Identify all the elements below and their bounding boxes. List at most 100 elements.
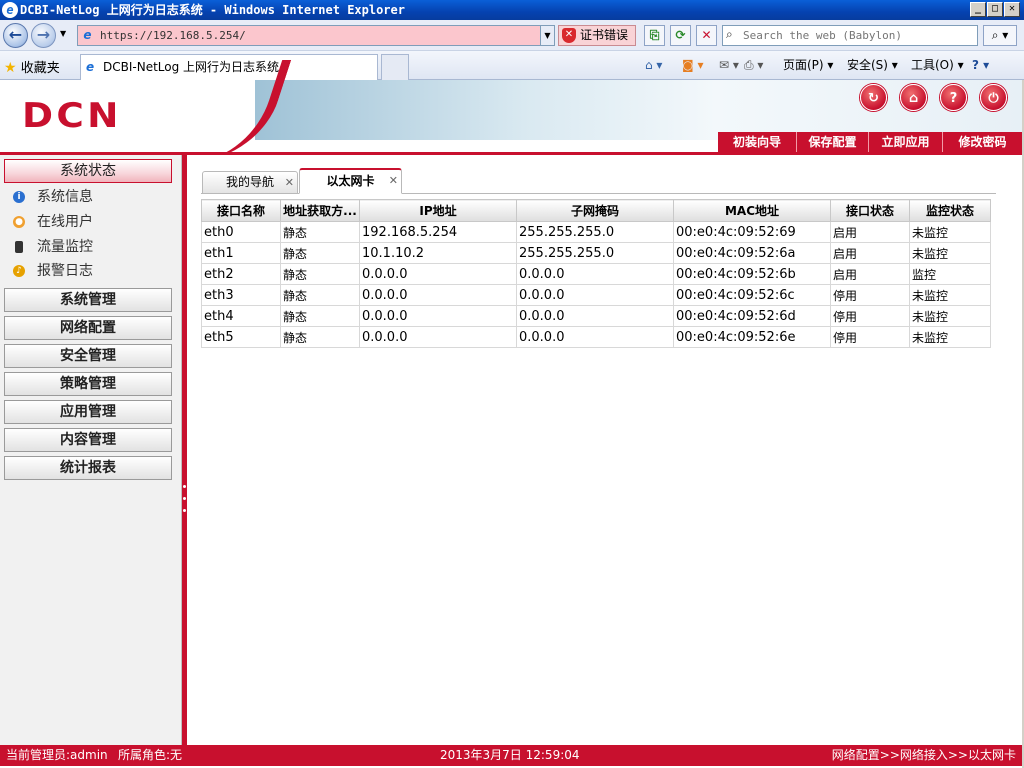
help-icon[interactable]: ? <box>940 84 967 111</box>
page-icon: e <box>83 28 92 42</box>
history-dropdown-icon[interactable]: ▼ <box>60 29 66 38</box>
search-button[interactable]: ⌕ ▾ <box>983 25 1017 46</box>
sidebar-group-system-status[interactable]: 系统状态 <box>4 159 172 183</box>
sidebar-group-statistics-report[interactable]: 统计报表 <box>4 456 172 480</box>
setup-wizard-button[interactable]: 初装向导 <box>718 132 796 153</box>
sidebar-item-traffic-monitor[interactable]: 流量监控 <box>4 236 174 258</box>
logout-icon[interactable]: ⏻ <box>980 84 1007 111</box>
close-icon[interactable]: ✕ <box>285 172 294 193</box>
splitter-grip <box>183 485 186 488</box>
address-url[interactable]: https://192.168.5.254/ <box>100 26 246 45</box>
sidebar-group-policy-management[interactable]: 策略管理 <box>4 372 172 396</box>
app-header: DCN ↻ ⌂ ? ⏻ 初装向导 保存配置 立即应用 修改密码 <box>0 60 1022 160</box>
home-icon[interactable]: ⌂ <box>900 84 927 111</box>
table-cell: 未监控 <box>909 242 991 264</box>
tab-label: 以太网卡 <box>326 174 375 188</box>
compatibility-icon[interactable]: ⎘ <box>644 25 665 46</box>
tools-menu-label: 工具(O) <box>911 58 954 72</box>
sidebar-item-label: 报警日志 <box>37 263 93 279</box>
close-window-button[interactable]: ✕ <box>1004 2 1020 17</box>
column-header[interactable]: 接口名称 <box>201 199 281 222</box>
new-tab-button[interactable] <box>381 54 409 80</box>
window-title-bar: e DCBI-NetLog 上网行为日志系统 - Windows Interne… <box>0 0 1024 20</box>
mail-icon[interactable]: ✉ ▾ <box>719 57 739 73</box>
stop-icon[interactable]: ✕ <box>696 25 717 46</box>
help-icon[interactable]: ? ▾ <box>972 57 989 73</box>
sidebar-group-content-management[interactable]: 内容管理 <box>4 428 172 452</box>
sidebar-group-app-management[interactable]: 应用管理 <box>4 400 172 424</box>
table-cell: 192.168.5.254 <box>359 221 517 243</box>
table-cell: 0.0.0.0 <box>359 305 517 327</box>
column-header[interactable]: 地址获取方... <box>280 199 360 222</box>
change-password-button[interactable]: 修改密码 <box>942 132 1022 153</box>
table-row[interactable]: eth3 静态 0.0.0.0 0.0.0.0 00:e0:4c:09:52:6… <box>201 284 991 306</box>
table-row[interactable]: eth5 静态 0.0.0.0 0.0.0.0 00:e0:4c:09:52:6… <box>201 326 991 348</box>
address-bar[interactable]: e https://192.168.5.254/ ▼ <box>77 25 555 46</box>
column-header[interactable]: MAC地址 <box>673 199 831 222</box>
sidebar-group-network-config[interactable]: 网络配置 <box>4 316 172 340</box>
favorites-button[interactable]: ★ 收藏夹 <box>4 57 60 76</box>
table-cell: 0.0.0.0 <box>359 284 517 306</box>
sidebar-item-system-info[interactable]: i 系统信息 <box>4 186 174 208</box>
column-header[interactable]: 监控状态 <box>909 199 991 222</box>
sidebar: 系统状态 i 系统信息 ● 在线用户 流量监控 ♪ 报警日志 系统管理 网络配置… <box>0 155 182 745</box>
sidebar-item-label: 系统信息 <box>37 189 93 205</box>
column-header[interactable]: 接口状态 <box>830 199 910 222</box>
table-cell: 静态 <box>280 326 360 348</box>
table-cell: 监控 <box>909 263 991 285</box>
table-cell: eth1 <box>201 242 281 264</box>
page-menu-label: 页面(P) <box>783 58 824 72</box>
favorites-bar: ★ 收藏夹 e DCBI-NetLog 上网行为日志系统 ⌂ ▾ ◙ ▾ ✉ ▾… <box>0 51 1024 80</box>
table-cell: eth5 <box>201 326 281 348</box>
search-input[interactable] <box>743 27 973 44</box>
sidebar-item-online-users[interactable]: ● 在线用户 <box>4 211 174 233</box>
print-icon[interactable]: ⎙ ▾ <box>744 57 763 73</box>
page-icon: e <box>86 60 95 74</box>
forward-icon[interactable]: → <box>31 23 56 48</box>
breadcrumb: 网络配置>>网络接入>>以太网卡 <box>831 748 1016 762</box>
tab-ethernet[interactable]: 以太网卡 ✕ <box>299 168 402 194</box>
sidebar-item-alarm-log[interactable]: ♪ 报警日志 <box>4 260 174 282</box>
table-cell: 10.1.10.2 <box>359 242 517 264</box>
table-row[interactable]: eth4 静态 0.0.0.0 0.0.0.0 00:e0:4c:09:52:6… <box>201 305 991 327</box>
sidebar-item-label: 在线用户 <box>37 214 93 230</box>
table-cell: 00:e0:4c:09:52:6c <box>673 284 831 306</box>
column-header[interactable]: 子网掩码 <box>516 199 674 222</box>
refresh-icon[interactable]: ⟳ <box>670 25 691 46</box>
ethernet-table: 接口名称 地址获取方... IP地址 子网掩码 MAC地址 接口状态 监控状态 … <box>201 199 991 348</box>
safety-menu-label: 安全(S) <box>847 58 888 72</box>
table-cell: 0.0.0.0 <box>516 284 674 306</box>
safety-menu[interactable]: 安全(S) ▾ <box>847 57 898 73</box>
table-row[interactable]: eth2 静态 0.0.0.0 0.0.0.0 00:e0:4c:09:52:6… <box>201 263 991 285</box>
close-icon[interactable]: ✕ <box>389 170 398 192</box>
rss-feed-icon[interactable]: ◙ ▾ <box>682 57 703 73</box>
table-row[interactable]: eth0 静态 192.168.5.254 255.255.255.0 00:e… <box>201 221 991 243</box>
sidebar-group-system-management[interactable]: 系统管理 <box>4 288 172 312</box>
maximize-button[interactable]: □ <box>987 2 1003 17</box>
minimize-button[interactable]: _ <box>970 2 986 17</box>
refresh-icon[interactable]: ↻ <box>860 84 887 111</box>
address-dropdown-icon[interactable]: ▼ <box>540 26 554 45</box>
web-search-box[interactable]: ⌕ <box>722 25 978 46</box>
table-cell: 启用 <box>830 263 910 285</box>
header-action-bar: 初装向导 保存配置 立即应用 修改密码 <box>718 132 1022 153</box>
splitter-grip <box>183 509 186 512</box>
window-title: DCBI-NetLog 上网行为日志系统 - Windows Internet … <box>20 3 405 17</box>
table-cell: 00:e0:4c:09:52:6e <box>673 326 831 348</box>
home-icon[interactable]: ⌂ ▾ <box>645 57 662 73</box>
shield-icon: ✕ <box>562 28 576 43</box>
table-cell: eth4 <box>201 305 281 327</box>
page-menu[interactable]: 页面(P) ▾ <box>783 57 833 73</box>
tab-my-navigation[interactable]: 我的导航 ✕ <box>202 171 298 194</box>
table-cell: eth2 <box>201 263 281 285</box>
column-header[interactable]: IP地址 <box>359 199 517 222</box>
table-row[interactable]: eth1 静态 10.1.10.2 255.255.255.0 00:e0:4c… <box>201 242 991 264</box>
apply-now-button[interactable]: 立即应用 <box>868 132 942 153</box>
save-config-button[interactable]: 保存配置 <box>796 132 868 153</box>
back-icon[interactable]: ← <box>3 23 28 48</box>
certificate-error-button[interactable]: ✕ 证书错误 <box>558 25 636 46</box>
tools-menu[interactable]: 工具(O) ▾ <box>911 57 964 73</box>
sidebar-group-security-management[interactable]: 安全管理 <box>4 344 172 368</box>
certificate-error-label: 证书错误 <box>580 28 629 42</box>
table-cell: 停用 <box>830 284 910 306</box>
